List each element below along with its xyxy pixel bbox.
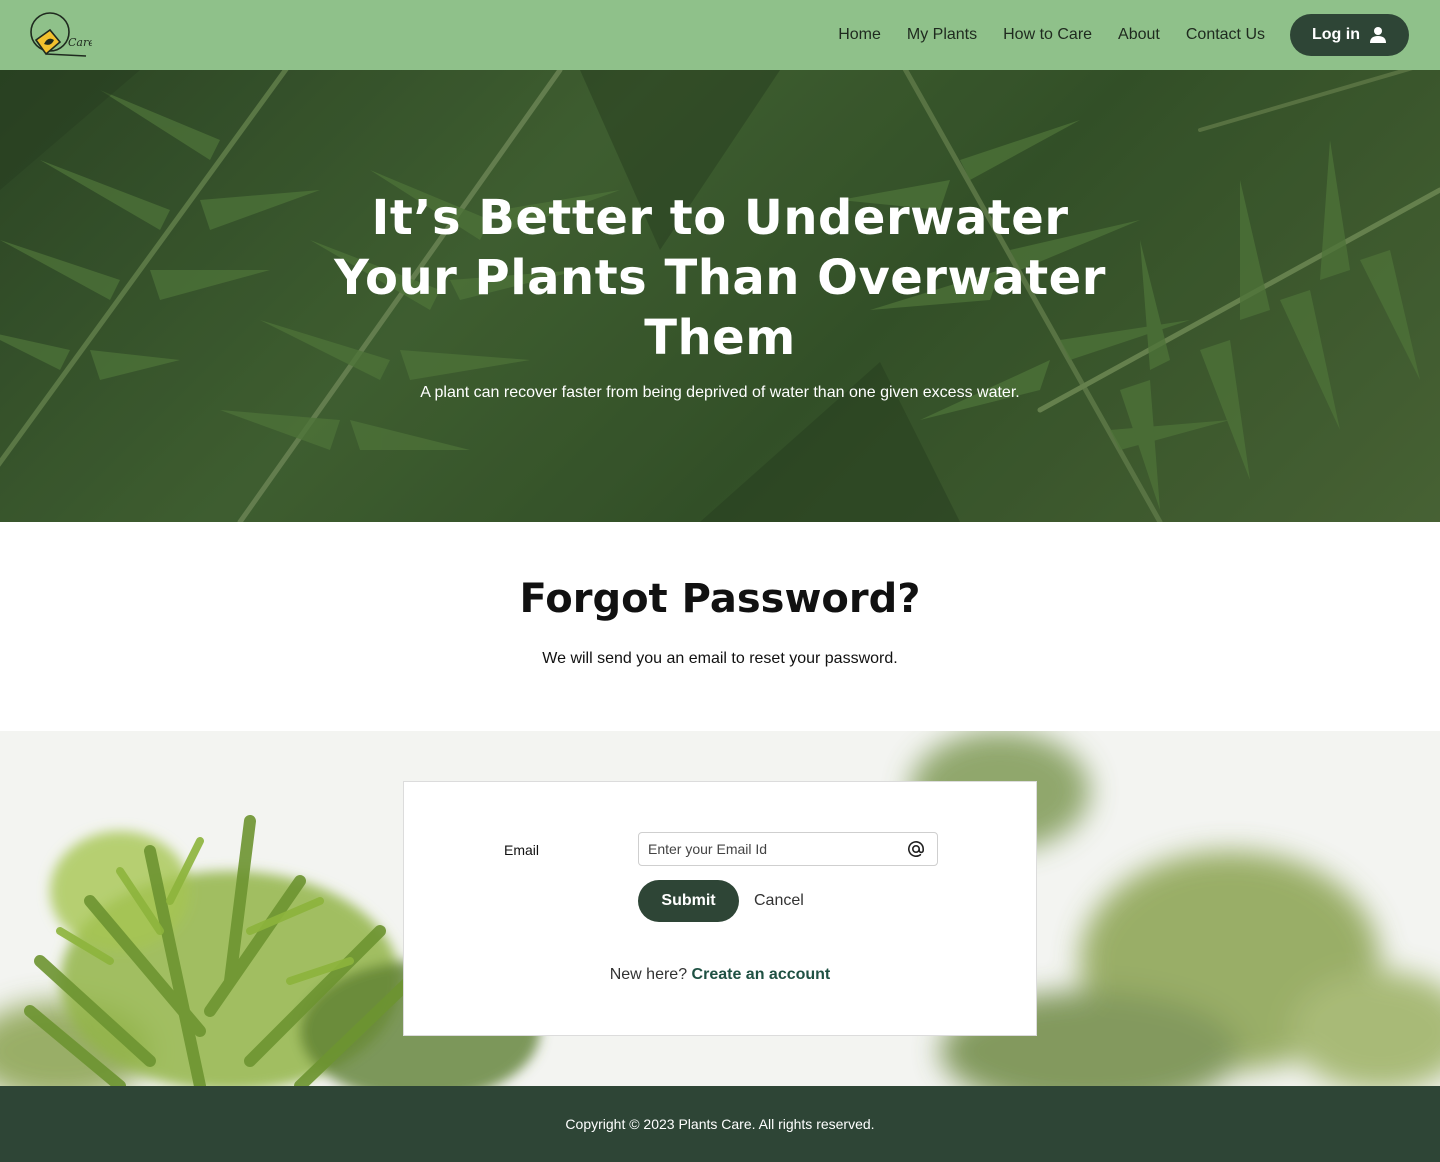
site-header: Care Home My Plants How to Care About Co…: [0, 0, 1440, 70]
create-account-link[interactable]: Create an account: [692, 966, 831, 983]
nav-about[interactable]: About: [1118, 26, 1160, 44]
login-button[interactable]: Log in: [1290, 14, 1409, 56]
email-input[interactable]: [639, 833, 899, 865]
nav-how-to-care[interactable]: How to Care: [1003, 26, 1092, 44]
nav-contact-us[interactable]: Contact Us: [1186, 26, 1265, 44]
forgot-password-form: Email Submit Cancel New here? Create an …: [403, 781, 1037, 1036]
site-footer: Copyright © 2023 Plants Care. All rights…: [0, 1086, 1440, 1162]
page-subtitle: We will send you an email to reset your …: [542, 650, 898, 667]
email-field-wrapper: [638, 832, 938, 866]
nav-home[interactable]: Home: [838, 26, 881, 44]
page-title: Forgot Password?: [519, 576, 921, 622]
logo[interactable]: Care: [28, 10, 95, 60]
svg-text:Care: Care: [68, 36, 92, 49]
hero-banner: It’s Better to Underwater Your Plants Th…: [0, 70, 1440, 522]
email-label: Email: [504, 842, 540, 858]
user-icon: [1369, 27, 1386, 43]
main-nav: Home My Plants How to Care About Contact…: [812, 0, 1409, 70]
new-here-text: New here?: [609, 966, 688, 983]
login-button-label: Log in: [1312, 26, 1360, 43]
at-sign-icon: [908, 841, 924, 857]
signup-prompt: New here? Create an account: [404, 966, 1036, 984]
submit-button[interactable]: Submit: [638, 880, 739, 922]
hero-title: It’s Better to Underwater Your Plants Th…: [334, 190, 1106, 366]
cancel-button[interactable]: Cancel: [754, 892, 804, 910]
copyright-text: Copyright © 2023 Plants Care. All rights…: [565, 1116, 875, 1132]
hero-subtitle: A plant can recover faster from being de…: [420, 384, 1020, 401]
nav-my-plants[interactable]: My Plants: [907, 26, 977, 44]
